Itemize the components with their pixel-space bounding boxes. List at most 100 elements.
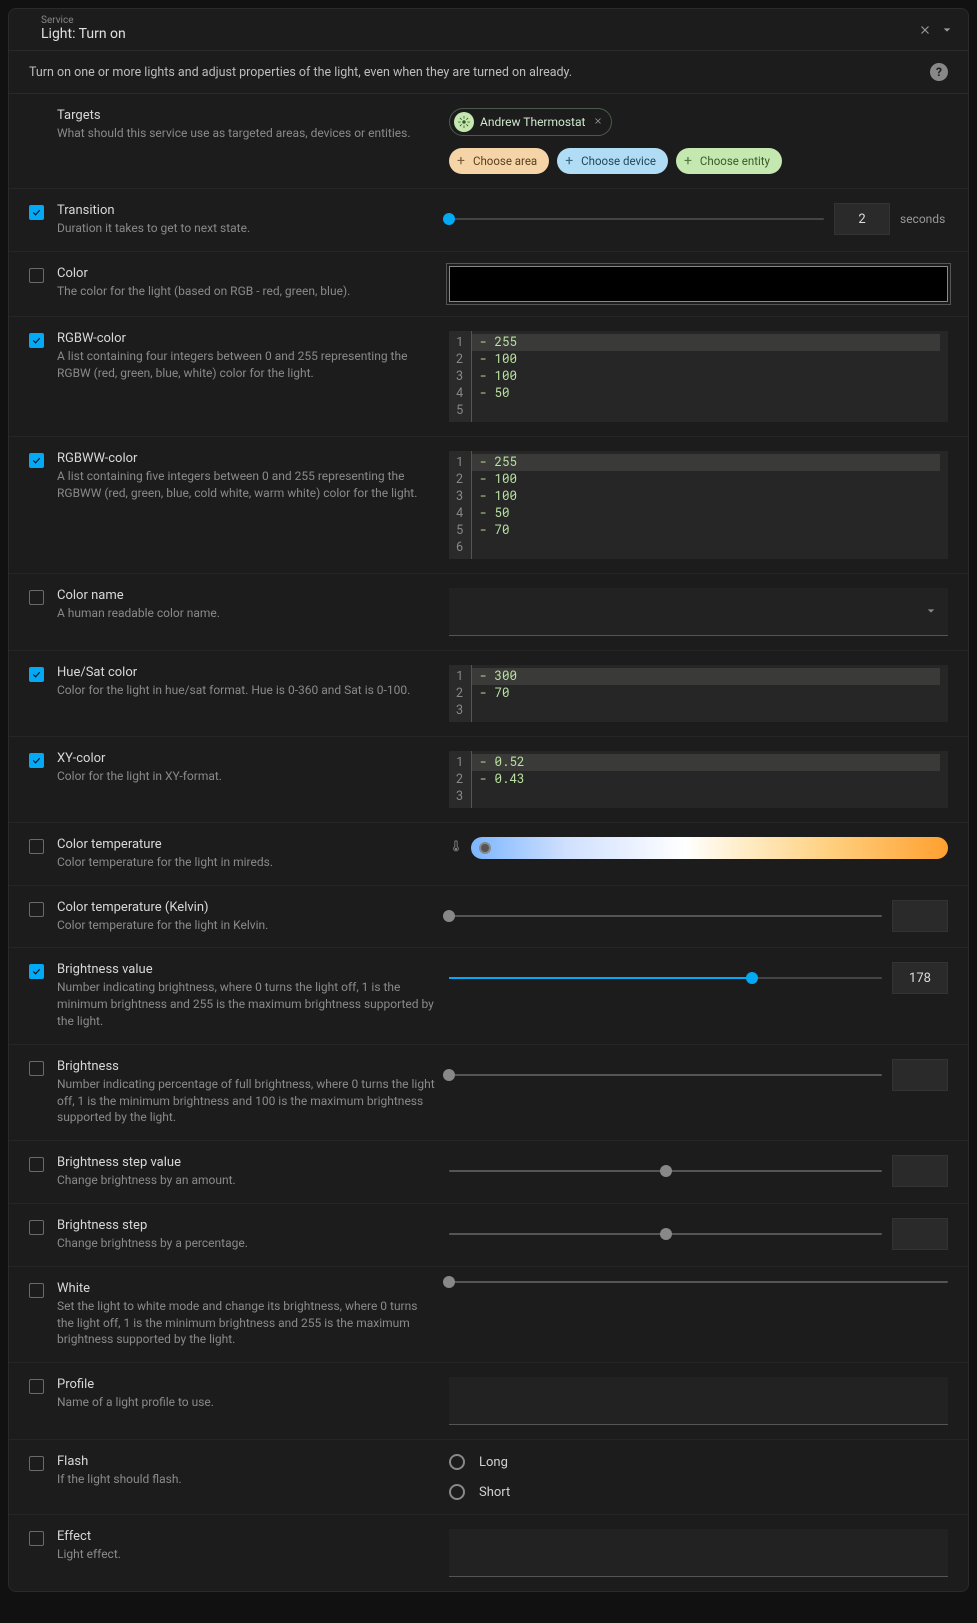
brightness-step-pct-row: Brightness step Change brightness by a p… xyxy=(9,1204,968,1267)
transition-row: Transition Duration it takes to get to n… xyxy=(9,189,968,252)
brightness-step-pct-checkbox[interactable] xyxy=(29,1220,44,1235)
brightness-step-input[interactable]: . xyxy=(892,1155,948,1187)
xy-desc: Color for the light in XY-format. xyxy=(57,768,437,785)
brightness-value-row: Brightness value Number indicating brigh… xyxy=(9,948,968,1044)
transition-desc: Duration it takes to get to next state. xyxy=(57,220,437,237)
color-temp-checkbox[interactable] xyxy=(29,839,44,854)
service-description: Turn on one or more lights and adjust pr… xyxy=(29,65,572,80)
white-checkbox[interactable] xyxy=(29,1283,44,1298)
choose-entity-label: Choose entity xyxy=(700,154,770,168)
brightness-value-slider[interactable] xyxy=(449,977,882,979)
brightness-pct-checkbox[interactable] xyxy=(29,1061,44,1076)
choose-device-button[interactable]: +Choose device xyxy=(557,148,668,174)
rgbww-yaml-editor[interactable]: 123456 - 255 - 100 - 100 - 50 - 70 xyxy=(449,451,948,559)
xy-yaml-editor[interactable]: 123 - 0.52 - 0.43 xyxy=(449,751,948,808)
brightness-value-checkbox[interactable] xyxy=(29,964,44,979)
effect-row: Effect Light effect. xyxy=(9,1515,968,1591)
xy-checkbox[interactable] xyxy=(29,753,44,768)
choose-area-button[interactable]: + Choose area xyxy=(449,148,549,174)
white-title: White xyxy=(57,1281,437,1296)
hs-desc: Color for the light in hue/sat format. H… xyxy=(57,682,437,699)
white-desc: Set the light to white mode and change i… xyxy=(57,1298,437,1348)
flash-desc: If the light should flash. xyxy=(57,1471,437,1488)
color-temp-kelvin-desc: Color temperature for the light in Kelvi… xyxy=(57,917,437,934)
rgbww-title: RGBWW-color xyxy=(57,451,437,466)
effect-checkbox[interactable] xyxy=(29,1531,44,1546)
profile-title: Profile xyxy=(57,1377,437,1392)
kelvin-slider[interactable] xyxy=(449,915,882,917)
color-name-title: Color name xyxy=(57,588,437,603)
brightness-step-pct-slider[interactable] xyxy=(449,1233,882,1235)
choose-area-label: Choose area xyxy=(473,154,537,168)
white-slider[interactable] xyxy=(449,1281,948,1283)
effect-select[interactable] xyxy=(449,1529,948,1577)
color-name-select[interactable] xyxy=(449,588,948,636)
rgbw-checkbox[interactable] xyxy=(29,333,44,348)
rgbww-desc: A list containing five integers between … xyxy=(57,468,437,502)
brightness-step-pct-input[interactable]: . xyxy=(892,1218,948,1250)
target-entity-chip[interactable]: Andrew Thermostat xyxy=(449,108,612,136)
targets-desc: What should this service use as targeted… xyxy=(57,125,437,142)
color-picker-input[interactable] xyxy=(449,266,948,302)
white-row: White Set the light to white mode and ch… xyxy=(9,1267,968,1363)
brightness-value-input[interactable]: 178 xyxy=(892,962,948,994)
brightness-pct-title: Brightness xyxy=(57,1059,437,1074)
transition-checkbox[interactable] xyxy=(29,205,44,220)
plus-icon: + xyxy=(684,153,692,169)
service-label: Service xyxy=(41,15,918,26)
kelvin-value-input[interactable]: . xyxy=(892,900,948,932)
flash-long-label: Long xyxy=(479,1455,508,1470)
effect-title: Effect xyxy=(57,1529,437,1544)
transition-value-input[interactable]: 2 xyxy=(834,203,890,235)
color-temp-desc: Color temperature for the light in mired… xyxy=(57,854,437,871)
xy-title: XY-color xyxy=(57,751,437,766)
flash-checkbox[interactable] xyxy=(29,1456,44,1471)
service-value[interactable]: Light: Turn on xyxy=(41,26,918,48)
flash-long-radio[interactable] xyxy=(449,1454,465,1470)
color-temp-title: Color temperature xyxy=(57,837,437,852)
clear-service-icon[interactable] xyxy=(918,23,932,41)
brightness-pct-row: Brightness Number indicating percentage … xyxy=(9,1045,968,1141)
brightness-step-pct-desc: Change brightness by a percentage. xyxy=(57,1235,437,1252)
rgbw-row: RGBW-color A list containing four intege… xyxy=(9,317,968,437)
color-name-checkbox[interactable] xyxy=(29,590,44,605)
brightness-pct-slider[interactable] xyxy=(449,1074,882,1076)
targets-title: Targets xyxy=(57,108,437,123)
color-temp-slider[interactable] xyxy=(471,837,948,859)
flash-title: Flash xyxy=(57,1454,437,1469)
color-title: Color xyxy=(57,266,437,281)
transition-slider[interactable] xyxy=(449,218,824,220)
flash-short-radio[interactable] xyxy=(449,1484,465,1500)
choose-entity-button[interactable]: + Choose entity xyxy=(676,148,782,174)
hs-yaml-editor[interactable]: 123 - 300 - 70 xyxy=(449,665,948,722)
transition-title: Transition xyxy=(57,203,437,218)
color-row: Color The color for the light (based on … xyxy=(9,252,968,317)
help-icon[interactable]: ? xyxy=(930,63,948,81)
xy-row: XY-color Color for the light in XY-forma… xyxy=(9,737,968,823)
color-temp-kelvin-checkbox[interactable] xyxy=(29,902,44,917)
hs-row: Hue/Sat color Color for the light in hue… xyxy=(9,651,968,737)
plus-icon: + xyxy=(457,153,465,169)
brightness-step-checkbox[interactable] xyxy=(29,1157,44,1172)
brightness-value-title: Brightness value xyxy=(57,962,437,977)
color-checkbox[interactable] xyxy=(29,268,44,283)
remove-target-icon[interactable] xyxy=(593,115,603,129)
brightness-step-slider[interactable] xyxy=(449,1170,882,1172)
profile-checkbox[interactable] xyxy=(29,1379,44,1394)
color-name-desc: A human readable color name. xyxy=(57,605,437,622)
flash-short-label: Short xyxy=(479,1485,510,1500)
hs-checkbox[interactable] xyxy=(29,667,44,682)
brightness-pct-input[interactable]: . xyxy=(892,1059,948,1091)
transition-unit: seconds xyxy=(900,212,948,226)
chevron-down-icon xyxy=(926,606,936,616)
color-temp-kelvin-row: Color temperature (Kelvin) Color tempera… xyxy=(9,886,968,949)
service-dropdown-icon[interactable] xyxy=(942,24,952,39)
brightness-step-pct-title: Brightness step xyxy=(57,1218,437,1233)
profile-input[interactable] xyxy=(449,1377,948,1425)
color-name-row: Color name A human readable color name. xyxy=(9,574,968,651)
rgbww-checkbox[interactable] xyxy=(29,453,44,468)
rgbw-yaml-editor[interactable]: 12345 - 255 - 100 - 100 - 50 xyxy=(449,331,948,422)
plus-icon: + xyxy=(565,153,573,169)
flash-row: Flash If the light should flash. Long Sh… xyxy=(9,1440,968,1515)
thermometer-icon xyxy=(449,837,463,859)
